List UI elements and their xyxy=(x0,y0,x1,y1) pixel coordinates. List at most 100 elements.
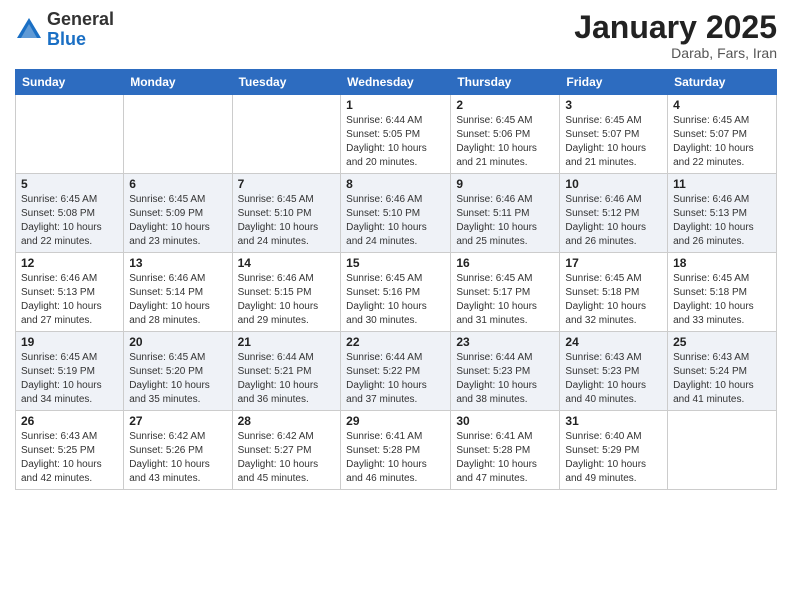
calendar-cell: 25 Sunrise: 6:43 AM Sunset: 5:24 PM Dayli… xyxy=(668,332,777,411)
calendar-cell: 7Sunrise: 6:45 AM Sunset: 5:10 PM Daylig… xyxy=(232,174,341,253)
day-info: Sunrise: 6:45 AM Sunset: 5:07 PM Dayligh… xyxy=(565,114,662,170)
calendar-cell: 20 Sunrise: 6:45 AM Sunset: 5:20 PM Dayli… xyxy=(124,332,232,411)
calendar-cell xyxy=(16,95,124,174)
day-number: 9 xyxy=(456,177,554,191)
location-subtitle: Darab, Fars, Iran xyxy=(574,45,777,61)
calendar-cell: 19 Sunrise: 6:45 AM Sunset: 5:19 PM Dayli… xyxy=(16,332,124,411)
day-number: 22 xyxy=(346,335,445,349)
day-number: 19 xyxy=(21,335,118,349)
calendar-cell: 11 Sunrise: 6:46 AM Sunset: 5:13 PM Dayli… xyxy=(668,174,777,253)
calendar-cell: 10 Sunrise: 6:46 AM Sunset: 5:12 PM Dayli… xyxy=(560,174,668,253)
day-number: 20 xyxy=(129,335,226,349)
calendar-cell: 18 Sunrise: 6:45 AM Sunset: 5:18 PM Dayli… xyxy=(668,253,777,332)
day-info: Sunrise: 6:43 AM Sunset: 5:25 PM Dayligh… xyxy=(21,430,118,486)
calendar-week-row: 1Sunrise: 6:44 AM Sunset: 5:05 PM Daylig… xyxy=(16,95,777,174)
day-number: 2 xyxy=(456,98,554,112)
calendar-cell: 28 Sunrise: 6:42 AM Sunset: 5:27 PM Dayli… xyxy=(232,411,341,490)
day-number: 31 xyxy=(565,414,662,428)
day-number: 30 xyxy=(456,414,554,428)
logo-general: General xyxy=(47,10,114,30)
day-info: Sunrise: 6:46 AM Sunset: 5:12 PM Dayligh… xyxy=(565,193,662,249)
day-info: Sunrise: 6:42 AM Sunset: 5:26 PM Dayligh… xyxy=(129,430,226,486)
day-info: Sunrise: 6:44 AM Sunset: 5:22 PM Dayligh… xyxy=(346,351,445,407)
calendar-cell: 14 Sunrise: 6:46 AM Sunset: 5:15 PM Dayli… xyxy=(232,253,341,332)
day-info: Sunrise: 6:45 AM Sunset: 5:09 PM Dayligh… xyxy=(129,193,226,249)
logo-text: General Blue xyxy=(47,10,114,50)
day-number: 24 xyxy=(565,335,662,349)
calendar-cell: 16Sunrise: 6:45 AM Sunset: 5:17 PM Dayli… xyxy=(451,253,560,332)
day-info: Sunrise: 6:45 AM Sunset: 5:07 PM Dayligh… xyxy=(673,114,771,170)
calendar-cell: 2 Sunrise: 6:45 AM Sunset: 5:06 PM Daylig… xyxy=(451,95,560,174)
calendar-cell: 3 Sunrise: 6:45 AM Sunset: 5:07 PM Daylig… xyxy=(560,95,668,174)
day-number: 4 xyxy=(673,98,771,112)
day-number: 29 xyxy=(346,414,445,428)
logo-blue: Blue xyxy=(47,30,114,50)
calendar-cell: 12Sunrise: 6:46 AM Sunset: 5:13 PM Dayli… xyxy=(16,253,124,332)
calendar-cell xyxy=(232,95,341,174)
calendar-header-row: SundayMondayTuesdayWednesdayThursdayFrid… xyxy=(16,70,777,95)
day-info: Sunrise: 6:44 AM Sunset: 5:23 PM Dayligh… xyxy=(456,351,554,407)
page-header: General Blue January 2025 Darab, Fars, I… xyxy=(15,10,777,61)
calendar-cell: 13Sunrise: 6:46 AM Sunset: 5:14 PM Dayli… xyxy=(124,253,232,332)
day-info: Sunrise: 6:45 AM Sunset: 5:18 PM Dayligh… xyxy=(673,272,771,328)
calendar-cell: 17Sunrise: 6:45 AM Sunset: 5:18 PM Dayli… xyxy=(560,253,668,332)
calendar-cell: 31 Sunrise: 6:40 AM Sunset: 5:29 PM Dayli… xyxy=(560,411,668,490)
day-number: 14 xyxy=(238,256,336,270)
day-number: 25 xyxy=(673,335,771,349)
day-info: Sunrise: 6:44 AM Sunset: 5:21 PM Dayligh… xyxy=(238,351,336,407)
calendar-week-row: 5 Sunrise: 6:45 AM Sunset: 5:08 PM Daylig… xyxy=(16,174,777,253)
weekday-header: Thursday xyxy=(451,70,560,95)
day-number: 26 xyxy=(21,414,118,428)
day-number: 3 xyxy=(565,98,662,112)
calendar-cell: 26 Sunrise: 6:43 AM Sunset: 5:25 PM Dayli… xyxy=(16,411,124,490)
day-info: Sunrise: 6:45 AM Sunset: 5:19 PM Dayligh… xyxy=(21,351,118,407)
day-number: 17 xyxy=(565,256,662,270)
day-number: 5 xyxy=(21,177,118,191)
calendar-cell: 1Sunrise: 6:44 AM Sunset: 5:05 PM Daylig… xyxy=(341,95,451,174)
title-area: January 2025 Darab, Fars, Iran xyxy=(574,10,777,61)
calendar-cell: 9 Sunrise: 6:46 AM Sunset: 5:11 PM Daylig… xyxy=(451,174,560,253)
day-number: 11 xyxy=(673,177,771,191)
calendar-body: 1Sunrise: 6:44 AM Sunset: 5:05 PM Daylig… xyxy=(16,95,777,490)
day-info: Sunrise: 6:43 AM Sunset: 5:24 PM Dayligh… xyxy=(673,351,771,407)
weekday-header: Friday xyxy=(560,70,668,95)
day-info: Sunrise: 6:45 AM Sunset: 5:20 PM Dayligh… xyxy=(129,351,226,407)
calendar-cell: 29 Sunrise: 6:41 AM Sunset: 5:28 PM Dayli… xyxy=(341,411,451,490)
weekday-header: Monday xyxy=(124,70,232,95)
day-info: Sunrise: 6:46 AM Sunset: 5:15 PM Dayligh… xyxy=(238,272,336,328)
day-info: Sunrise: 6:45 AM Sunset: 5:17 PM Dayligh… xyxy=(456,272,554,328)
day-info: Sunrise: 6:46 AM Sunset: 5:10 PM Dayligh… xyxy=(346,193,445,249)
day-info: Sunrise: 6:46 AM Sunset: 5:13 PM Dayligh… xyxy=(21,272,118,328)
calendar-cell: 23 Sunrise: 6:44 AM Sunset: 5:23 PM Dayli… xyxy=(451,332,560,411)
day-info: Sunrise: 6:46 AM Sunset: 5:14 PM Dayligh… xyxy=(129,272,226,328)
day-info: Sunrise: 6:41 AM Sunset: 5:28 PM Dayligh… xyxy=(346,430,445,486)
day-number: 18 xyxy=(673,256,771,270)
day-number: 21 xyxy=(238,335,336,349)
day-info: Sunrise: 6:43 AM Sunset: 5:23 PM Dayligh… xyxy=(565,351,662,407)
calendar-week-row: 12Sunrise: 6:46 AM Sunset: 5:13 PM Dayli… xyxy=(16,253,777,332)
day-number: 23 xyxy=(456,335,554,349)
day-info: Sunrise: 6:40 AM Sunset: 5:29 PM Dayligh… xyxy=(565,430,662,486)
calendar-page: General Blue January 2025 Darab, Fars, I… xyxy=(0,0,792,500)
day-number: 8 xyxy=(346,177,445,191)
logo: General Blue xyxy=(15,10,114,50)
calendar-cell: 27 Sunrise: 6:42 AM Sunset: 5:26 PM Dayli… xyxy=(124,411,232,490)
calendar-cell xyxy=(124,95,232,174)
weekday-header: Sunday xyxy=(16,70,124,95)
day-info: Sunrise: 6:45 AM Sunset: 5:08 PM Dayligh… xyxy=(21,193,118,249)
calendar-cell: 4 Sunrise: 6:45 AM Sunset: 5:07 PM Daylig… xyxy=(668,95,777,174)
day-info: Sunrise: 6:44 AM Sunset: 5:05 PM Dayligh… xyxy=(346,114,445,170)
day-number: 10 xyxy=(565,177,662,191)
calendar-week-row: 26 Sunrise: 6:43 AM Sunset: 5:25 PM Dayli… xyxy=(16,411,777,490)
day-info: Sunrise: 6:46 AM Sunset: 5:11 PM Dayligh… xyxy=(456,193,554,249)
day-number: 15 xyxy=(346,256,445,270)
day-number: 27 xyxy=(129,414,226,428)
day-info: Sunrise: 6:42 AM Sunset: 5:27 PM Dayligh… xyxy=(238,430,336,486)
calendar-table: SundayMondayTuesdayWednesdayThursdayFrid… xyxy=(15,69,777,490)
day-info: Sunrise: 6:46 AM Sunset: 5:13 PM Dayligh… xyxy=(673,193,771,249)
calendar-week-row: 19 Sunrise: 6:45 AM Sunset: 5:19 PM Dayli… xyxy=(16,332,777,411)
day-info: Sunrise: 6:45 AM Sunset: 5:06 PM Dayligh… xyxy=(456,114,554,170)
month-title: January 2025 xyxy=(574,10,777,45)
day-number: 28 xyxy=(238,414,336,428)
day-info: Sunrise: 6:41 AM Sunset: 5:28 PM Dayligh… xyxy=(456,430,554,486)
